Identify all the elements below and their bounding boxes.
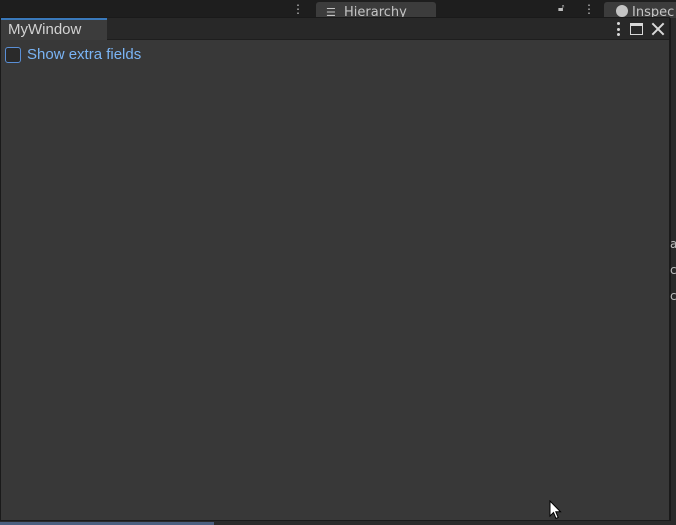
background-right-text-2: c (670, 263, 676, 277)
background-toolbar: ⋮ ☰ Hierarchy 🔓︎ ⋮ Inspec (0, 0, 676, 18)
close-icon[interactable] (651, 22, 665, 36)
hierarchy-list-icon: ☰ (326, 6, 336, 18)
kebab-menu-icon[interactable] (616, 22, 620, 36)
show-extra-fields-toggle[interactable]: Show extra fields (5, 46, 141, 64)
mouse-cursor-icon (549, 500, 562, 520)
background-hierarchy-tab[interactable]: ☰ Hierarchy (316, 2, 436, 18)
window-controls (616, 19, 665, 39)
inspector-tab-label: Inspec (632, 5, 675, 18)
background-inspector-tab[interactable]: Inspec (604, 2, 676, 18)
lock-icon[interactable]: 🔓︎ (558, 4, 568, 14)
window-tab[interactable]: MyWindow (1, 18, 107, 40)
hierarchy-tab-label: Hierarchy (344, 5, 407, 18)
maximize-icon[interactable] (630, 23, 643, 35)
background-kebab-icon-2[interactable]: ⋮ (583, 3, 595, 15)
show-extra-fields-label[interactable]: Show extra fields (27, 46, 141, 64)
background-right-text-3: c (670, 289, 676, 303)
editor-root: ⋮ ☰ Hierarchy 🔓︎ ⋮ Inspec a c c MyWindow … (0, 0, 676, 525)
background-kebab-icon[interactable]: ⋮ (292, 3, 304, 15)
show-extra-fields-checkbox[interactable] (5, 47, 21, 63)
window-content: Show extra fields (1, 40, 669, 520)
background-right-text-1: a (670, 237, 676, 251)
info-icon (616, 5, 628, 17)
my-window: MyWindow Show extra fields (0, 17, 670, 521)
window-titlebar[interactable]: MyWindow (1, 18, 669, 40)
